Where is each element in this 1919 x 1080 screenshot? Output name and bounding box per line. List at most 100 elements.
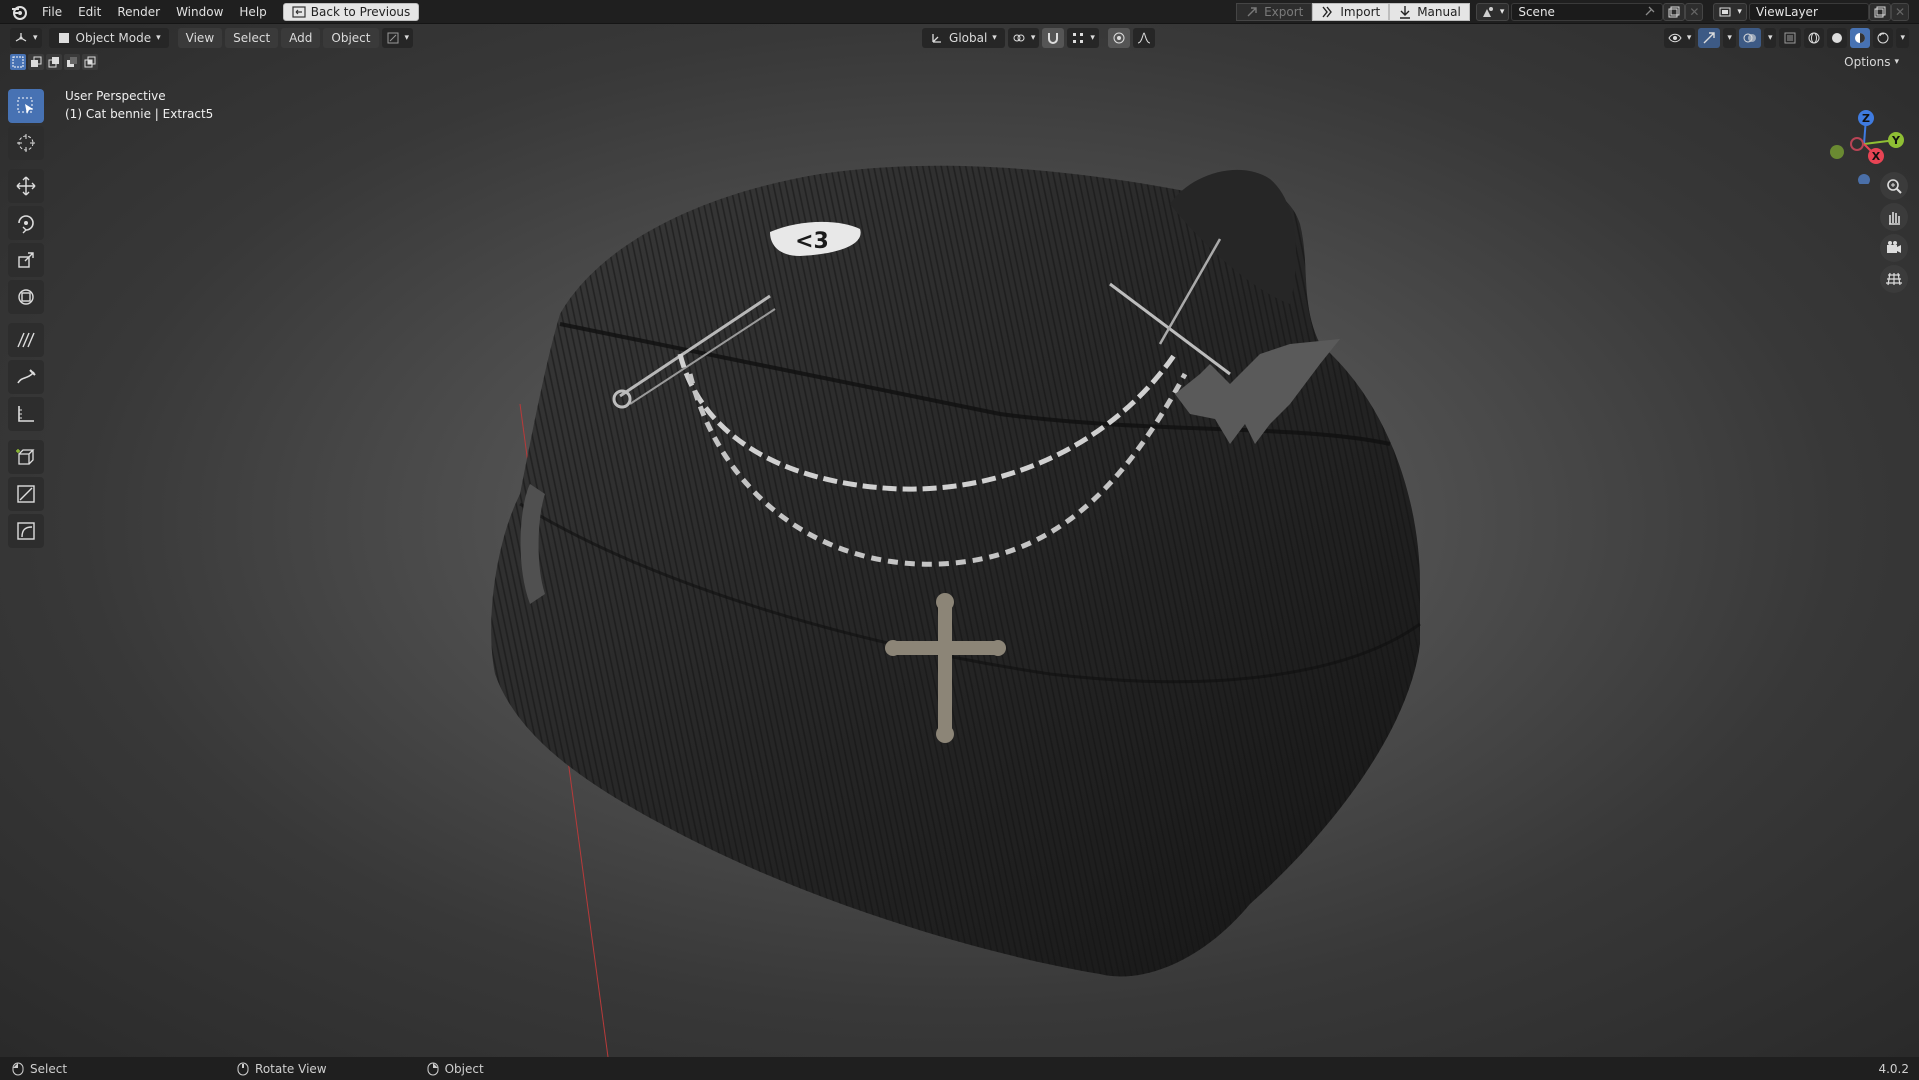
back-icon xyxy=(292,5,306,18)
add-menu[interactable]: Add xyxy=(281,28,321,48)
overlays-toggle-button[interactable] xyxy=(1738,28,1761,48)
options-label: Options xyxy=(1844,55,1891,69)
gizmo-options-button[interactable]: ▾ xyxy=(381,28,414,48)
gizmo-dropdown[interactable]: ▾ xyxy=(1723,28,1736,48)
select-mode-extend-button[interactable] xyxy=(28,54,44,70)
draw-tool[interactable] xyxy=(8,360,44,394)
rotate-tool[interactable] xyxy=(8,206,44,240)
annotate-icon xyxy=(17,332,35,348)
delete-scene-button[interactable]: ✕ xyxy=(1685,2,1704,21)
cursor-icon xyxy=(17,134,35,152)
status-rotate-view: Rotate View xyxy=(237,1062,327,1076)
xray-toggle-button[interactable] xyxy=(1779,28,1802,48)
snap-grid-icon xyxy=(1073,33,1084,43)
gizmo-toggle-button[interactable] xyxy=(1698,28,1721,48)
view-menu[interactable]: View xyxy=(177,28,223,48)
image-plane-icon xyxy=(17,485,35,503)
download-icon xyxy=(1400,5,1411,19)
new-view-layer-button[interactable] xyxy=(1868,2,1891,21)
select-mode-intersect-button[interactable] xyxy=(82,54,98,70)
transform-orientation-dropdown[interactable]: Global ▾ xyxy=(922,28,1005,48)
overlays-dropdown[interactable]: ▾ xyxy=(1763,28,1777,48)
snap-toggle-button[interactable] xyxy=(1042,28,1065,48)
chevron-down-icon: ▾ xyxy=(1894,57,1899,67)
shading-rendered-button[interactable] xyxy=(1873,28,1894,48)
view-layer-value: ViewLayer xyxy=(1755,4,1818,19)
perspective-label: User Perspective xyxy=(65,89,166,103)
back-to-previous-button[interactable]: Back to Previous xyxy=(282,2,420,21)
options-dropdown[interactable]: Options ▾ xyxy=(1844,55,1899,69)
shading-options-dropdown[interactable]: ▾ xyxy=(1896,28,1909,48)
pivot-point-button[interactable]: ▾ xyxy=(1007,28,1040,48)
grid-icon xyxy=(1886,272,1902,286)
select-mode-new-button[interactable] xyxy=(10,54,26,70)
gizmo-icon xyxy=(1703,32,1716,44)
select-box-tool[interactable] xyxy=(8,89,44,123)
import-button[interactable]: Import xyxy=(1312,2,1390,21)
snap-target-button[interactable]: ▾ xyxy=(1067,28,1099,48)
menu-window[interactable]: Window xyxy=(168,0,231,24)
select-new-icon xyxy=(12,56,24,68)
curve-tool[interactable] xyxy=(8,514,44,548)
shading-wireframe-button[interactable] xyxy=(1804,28,1825,48)
view-layer-name-field[interactable]: ViewLayer xyxy=(1748,2,1869,21)
select-menu[interactable]: Select xyxy=(225,28,279,48)
object-mode-dropdown[interactable]: Object Mode ▾ xyxy=(48,28,169,48)
duplicate-icon xyxy=(1874,6,1886,17)
proportional-falloff-button[interactable] xyxy=(1132,28,1155,48)
pin-icon[interactable] xyxy=(1642,5,1656,19)
select-subtract-icon xyxy=(48,57,59,68)
camera-view-button[interactable] xyxy=(1880,234,1908,262)
gizmo-neg-y[interactable] xyxy=(1830,145,1844,159)
delete-view-layer-button[interactable]: ✕ xyxy=(1890,2,1909,21)
scene-selector-button[interactable]: ▾ xyxy=(1475,2,1510,21)
camera-icon xyxy=(1887,241,1901,253)
new-scene-button[interactable] xyxy=(1663,2,1686,21)
manual-button[interactable]: Manual xyxy=(1389,2,1470,21)
pan-view-button[interactable] xyxy=(1880,203,1908,231)
blender-logo-icon[interactable] xyxy=(10,3,28,21)
version-label: 4.0.2 xyxy=(1878,1061,1909,1076)
menu-file[interactable]: File xyxy=(34,0,70,24)
status-select: Select xyxy=(12,1062,67,1076)
add-cube-tool[interactable] xyxy=(8,440,44,474)
menu-help[interactable]: Help xyxy=(231,0,274,24)
measure-tool[interactable] xyxy=(8,397,44,431)
move-tool[interactable] xyxy=(8,169,44,203)
3d-viewport[interactable]: <3 User Perspective (1) Cat bennie | Ext… xyxy=(0,24,1919,1057)
magnet-icon xyxy=(1048,33,1059,44)
status-select-label: Select xyxy=(30,1061,68,1076)
view-layer-selector-button[interactable]: ▾ xyxy=(1713,2,1747,21)
mouse-middle-icon xyxy=(237,1062,249,1075)
selection-mode-group xyxy=(10,54,98,70)
status-object: Object xyxy=(427,1062,484,1076)
select-mode-invert-button[interactable] xyxy=(64,54,80,70)
transform-tool[interactable] xyxy=(8,280,44,314)
menu-edit[interactable]: Edit xyxy=(70,0,109,24)
zoom-view-button[interactable] xyxy=(1880,172,1908,200)
object-gizmo-icon xyxy=(387,32,398,44)
navigation-gizmo[interactable]: Z Y X xyxy=(1812,88,1908,184)
object-menu[interactable]: Object xyxy=(323,28,379,48)
proportional-edit-button[interactable] xyxy=(1107,28,1130,48)
orthographic-toggle-button[interactable] xyxy=(1880,265,1908,293)
gizmo-neg-x[interactable] xyxy=(1850,137,1864,151)
select-box-icon xyxy=(17,97,33,114)
scale-tool[interactable] xyxy=(8,243,44,277)
menu-render[interactable]: Render xyxy=(109,0,168,24)
shading-material-button[interactable] xyxy=(1850,28,1871,48)
select-invert-icon xyxy=(67,57,77,67)
annotate-tool[interactable] xyxy=(8,323,44,357)
back-to-previous-label: Back to Previous xyxy=(310,4,411,19)
editor-type-button[interactable]: ▾ xyxy=(10,28,42,48)
visibility-button[interactable]: ▾ xyxy=(1663,28,1696,48)
gizmo-neg-z[interactable] xyxy=(1858,174,1870,184)
shading-solid-button[interactable] xyxy=(1827,28,1848,48)
select-mode-subtract-button[interactable] xyxy=(46,54,62,70)
image-tool[interactable] xyxy=(8,477,44,511)
rendered-sphere-icon xyxy=(1877,32,1889,44)
export-button[interactable]: Export xyxy=(1236,2,1313,21)
scene-name-field[interactable]: Scene xyxy=(1511,2,1664,21)
cursor-tool[interactable] xyxy=(8,126,44,160)
status-bar: Select Rotate View Object 4.0.2 xyxy=(0,1057,1919,1080)
